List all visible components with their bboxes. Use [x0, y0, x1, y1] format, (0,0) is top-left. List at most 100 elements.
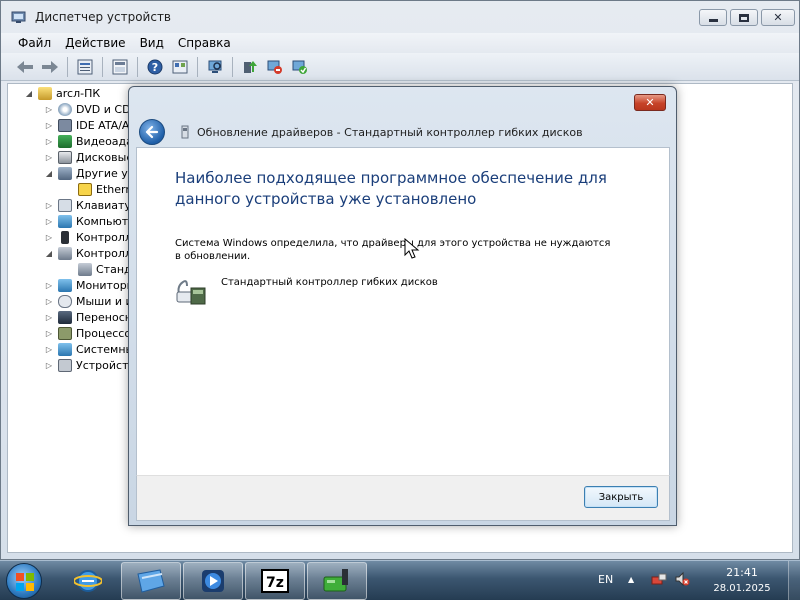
expand-arrow-icon[interactable]: ▷: [44, 313, 54, 322]
show-hidden-icons-icon[interactable]: ▲: [628, 575, 634, 584]
tree-item[interactable]: ▷ Клавиатур: [44, 197, 138, 213]
toolbar: ?: [1, 53, 799, 81]
collapse-arrow-icon[interactable]: ◢: [44, 249, 54, 258]
device-manager-icon: [11, 9, 27, 25]
close-dialog-button[interactable]: Закрыть: [584, 486, 658, 508]
tree-item-label: Компьюте: [76, 214, 135, 228]
floppy-controller-icon: [175, 276, 207, 306]
expand-arrow-icon[interactable]: ▷: [44, 297, 54, 306]
volume-icon[interactable]: [674, 571, 690, 587]
tree-item[interactable]: ◢ Другие ус: [44, 165, 134, 181]
tree-item[interactable]: ▷ Мыши и ин: [44, 293, 140, 309]
mouse-icon: [58, 294, 72, 308]
disk-drive-icon: [58, 150, 72, 164]
show-hidden-button[interactable]: [110, 57, 130, 77]
system-device-icon: [58, 342, 72, 356]
taskbar-media-player[interactable]: [183, 562, 243, 600]
tree-item[interactable]: ▷ Устройств: [44, 357, 135, 373]
scan-hardware-button[interactable]: [205, 57, 225, 77]
toolbar-separator: [102, 56, 103, 77]
tree-item[interactable]: ▷ IDE ATA/A: [44, 117, 129, 133]
maximize-button[interactable]: [730, 9, 758, 26]
toolbar-separator: [232, 56, 233, 77]
tree-root-label: arcл-ПК: [56, 86, 101, 100]
expand-arrow-icon[interactable]: ▷: [44, 153, 54, 162]
expand-arrow-icon[interactable]: ▷: [44, 233, 54, 242]
tree-item[interactable]: ▷ Дисковые: [44, 149, 133, 165]
minimize-button[interactable]: [699, 9, 727, 26]
expand-arrow-icon[interactable]: ▷: [44, 105, 54, 114]
tree-item[interactable]: ▷ DVD и CD: [44, 101, 131, 117]
expand-arrow-icon[interactable]: ▷: [44, 121, 54, 130]
update-driver-button[interactable]: [240, 57, 260, 77]
back-icon: [17, 60, 33, 73]
tree-item-label: Устройств: [76, 358, 135, 372]
tree-root[interactable]: ◢ arcл-ПК: [24, 85, 100, 101]
expand-arrow-icon[interactable]: ▷: [44, 137, 54, 146]
folder-icon: [137, 569, 165, 593]
clock-date[interactable]: 28.01.2025: [712, 583, 772, 594]
start-button[interactable]: [6, 563, 42, 599]
expand-arrow-icon[interactable]: ▷: [44, 201, 54, 210]
collapse-arrow-icon[interactable]: ◢: [44, 169, 54, 178]
help-button[interactable]: ?: [145, 57, 165, 77]
expand-arrow-icon[interactable]: ▷: [44, 281, 54, 290]
uninstall-device-button[interactable]: [290, 57, 310, 77]
back-button[interactable]: [15, 57, 35, 77]
back-button[interactable]: [139, 119, 165, 145]
expand-arrow-icon[interactable]: ▷: [44, 329, 54, 338]
tree-item[interactable]: ▷ Системны: [44, 341, 134, 357]
windows-logo-icon: [16, 573, 34, 591]
monitor-icon: [58, 278, 72, 292]
expand-arrow-icon[interactable]: ▷: [44, 361, 54, 370]
tree-item-label: Системны: [76, 342, 135, 356]
taskbar-explorer[interactable]: [121, 562, 181, 600]
internet-explorer-icon: [74, 570, 102, 592]
close-button[interactable]: ✕: [761, 9, 795, 26]
menu-action[interactable]: Действие: [65, 36, 125, 50]
tree-item-label: Переносн: [76, 310, 132, 324]
result-heading: Наиболее подходящее программное обеспече…: [175, 169, 607, 208]
tree-item-label: Дисковые: [76, 150, 134, 164]
computer-icon: [38, 86, 52, 100]
tree-item[interactable]: ▷ Переносн: [44, 309, 132, 325]
expand-arrow-icon[interactable]: ▷: [44, 217, 54, 226]
tree-item[interactable]: Станд: [64, 261, 132, 277]
hid-device-icon: [58, 358, 72, 372]
tree-item[interactable]: ▷ Видеоада: [44, 133, 133, 149]
tree-item-label: DVD и CD: [76, 102, 131, 116]
show-hidden-icon: [112, 59, 128, 74]
device-name: Стандартный контроллер гибких дисков: [221, 277, 438, 288]
show-desktop-button[interactable]: [788, 561, 800, 600]
forward-icon: [42, 60, 58, 73]
collapse-arrow-icon[interactable]: ◢: [24, 89, 34, 98]
taskbar-device-manager[interactable]: [307, 562, 367, 600]
forward-button[interactable]: [40, 57, 60, 77]
dialog-close-button[interactable]: ✕: [634, 94, 666, 111]
ide-controller-icon: [58, 118, 72, 132]
tree-item[interactable]: ◢ Контролле: [44, 245, 139, 261]
tree-item-label: Другие ус: [76, 166, 134, 180]
title-bar[interactable]: Диспетчер устройств ✕: [1, 1, 799, 33]
taskbar-7zip[interactable]: 7z: [245, 562, 305, 600]
menu-view[interactable]: Вид: [140, 36, 164, 50]
expand-arrow-icon[interactable]: ▷: [44, 345, 54, 354]
svg-text:7z: 7z: [266, 575, 284, 591]
tree-item[interactable]: ▷ Контролле: [44, 229, 139, 245]
processor-icon: [58, 326, 72, 340]
disable-device-button[interactable]: [265, 57, 285, 77]
tree-item[interactable]: ▷ Мониторы: [44, 277, 135, 293]
taskbar-internet-explorer[interactable]: [58, 562, 118, 600]
window-title: Диспетчер устройств: [35, 10, 172, 24]
network-icon[interactable]: [651, 571, 667, 587]
language-indicator[interactable]: EN: [598, 573, 613, 586]
tree-item[interactable]: ▷ Процессор: [44, 325, 138, 341]
clock-time[interactable]: 21:41: [712, 566, 772, 579]
floppy-controller-icon: [78, 262, 92, 276]
menu-file[interactable]: Файл: [18, 36, 51, 50]
display-adapter-icon: [58, 134, 72, 148]
properties-button[interactable]: [75, 57, 95, 77]
menu-help[interactable]: Справка: [178, 36, 231, 50]
view-button[interactable]: [170, 57, 190, 77]
tree-item[interactable]: ▷ Компьюте: [44, 213, 135, 229]
